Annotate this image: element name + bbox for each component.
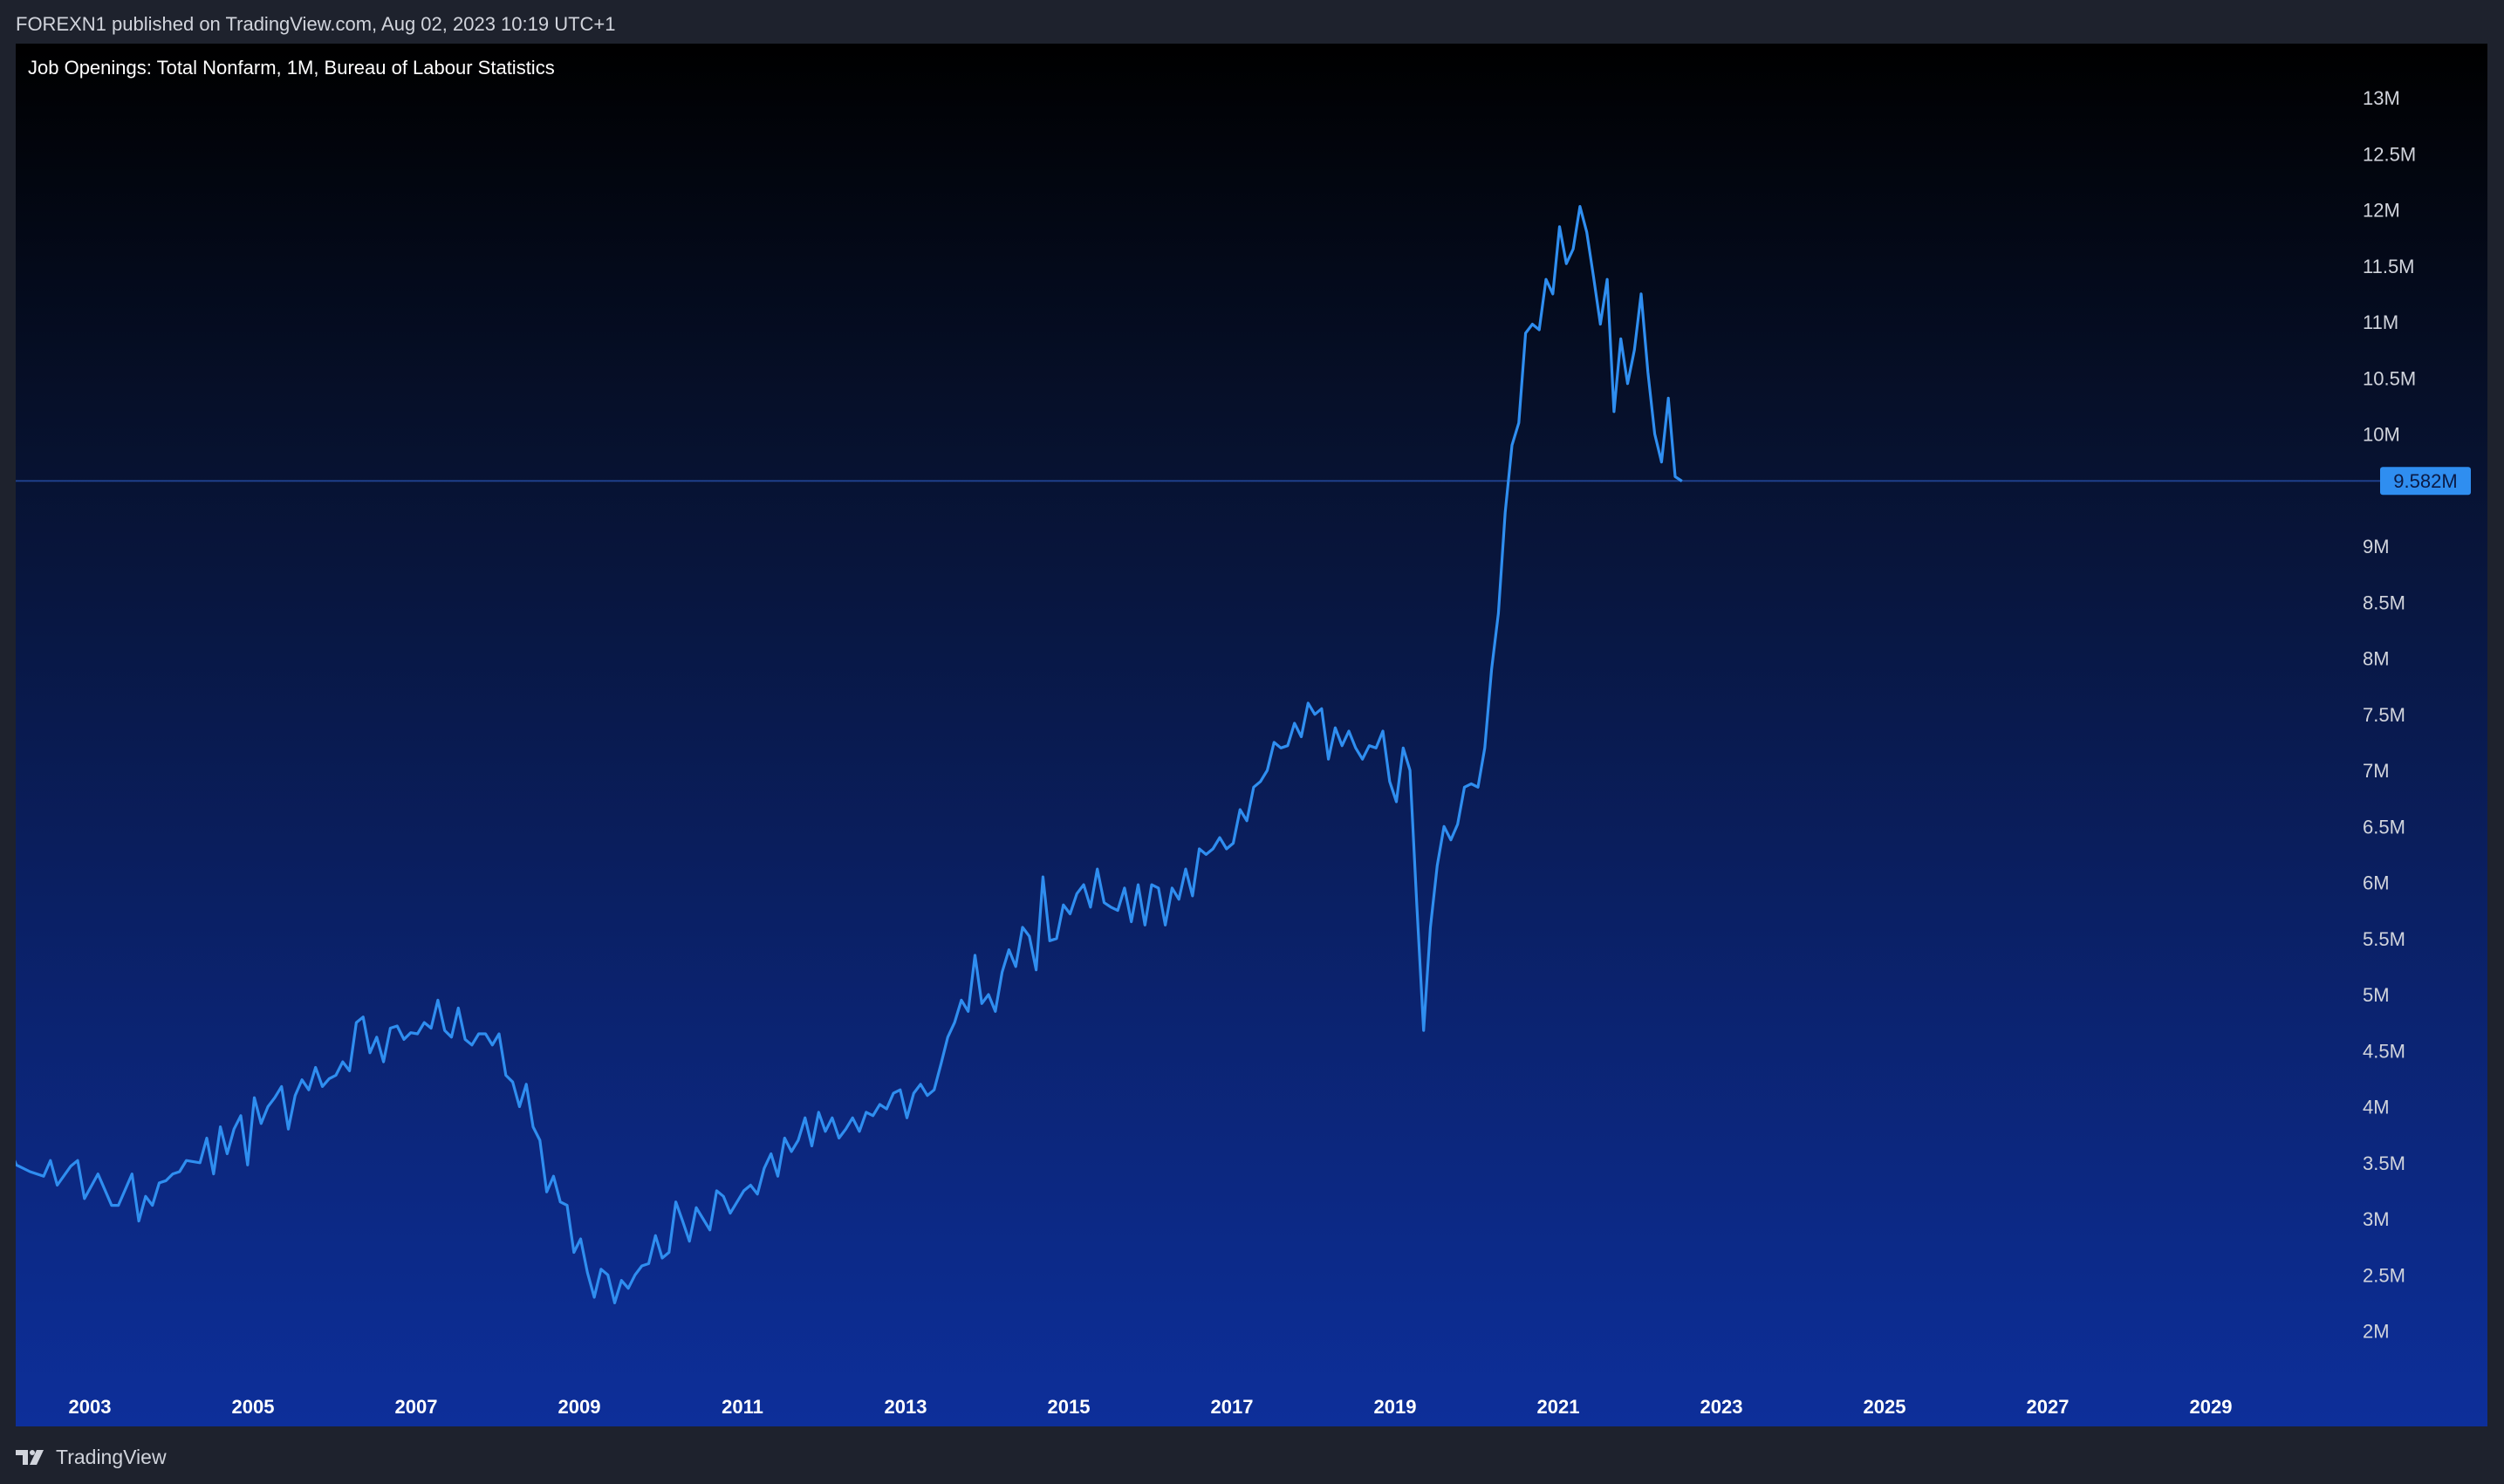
y-tick-label: 8M [2363,648,2390,670]
y-axis: 2M 2.5M 3M 3.5M 4M 4.5M 5M 5.5M 6M 6.5M 7M 7.5M 8M 8.… [2363,87,2416,1343]
chart-title: Job Openings: Total Nonfarm, 1M, Bureau … [28,57,555,79]
y-tick-label: 8.5M [2363,592,2405,613]
x-tick-label: 2009 [558,1396,601,1418]
y-tick-label: 12.5M [2363,143,2416,165]
brand-name: TradingView [56,1445,167,1468]
x-tick-label: 2007 [395,1396,438,1418]
y-tick-label: 3.5M [2363,1152,2405,1174]
y-tick-label: 11M [2363,311,2398,333]
x-tick-label: 2003 [69,1396,112,1418]
y-tick-label: 12M [2363,200,2400,222]
y-tick-label: 13M [2363,87,2400,109]
y-tick-label: 6.5M [2363,816,2405,838]
x-tick-label: 2023 [1700,1396,1743,1418]
x-tick-label: 2027 [2027,1396,2070,1418]
x-tick-label: 2005 [232,1396,275,1418]
y-tick-label: 6M [2363,872,2390,894]
last-value-tag-text: 9.582M [2393,470,2457,492]
tradingview-logo-icon [16,1450,44,1465]
y-tick-label: 7M [2363,760,2390,782]
x-tick-label: 2021 [1537,1396,1580,1418]
y-tick-label: 2M [2363,1321,2390,1343]
y-tick-label: 7.5M [2363,704,2405,726]
y-tick-label: 11.5M [2363,256,2415,277]
last-value-label: 9.582M [2380,467,2471,496]
x-tick-label: 2013 [885,1396,927,1418]
x-axis: 2003 2005 2007 2009 2011 2013 2015 2017 2019 2021… [69,1396,2233,1418]
x-tick-label: 2019 [1374,1396,1417,1418]
y-tick-label: 5M [2363,984,2390,1006]
line-chart[interactable]: 2M 2.5M 3M 3.5M 4M 4.5M 5M 5.5M 6M 6.5M 7M 7.5M 8M 8.… [16,44,2487,1426]
x-tick-label: 2025 [1864,1396,1906,1418]
x-tick-label: 2015 [1048,1396,1091,1418]
y-tick-label: 2.5M [2363,1264,2405,1286]
y-tick-label: 9M [2363,536,2390,557]
footer[interactable]: TradingView [16,1441,167,1473]
chart-area[interactable]: 2M 2.5M 3M 3.5M 4M 4.5M 5M 5.5M 6M 6.5M 7M 7.5M 8M 8.… [16,44,2487,1426]
y-tick-label: 10.5M [2363,367,2416,389]
published-info: FOREXN1 published on TradingView.com, Au… [16,13,616,35]
x-tick-label: 2029 [2190,1396,2233,1418]
y-tick-label: 4M [2363,1097,2390,1118]
y-tick-label: 5.5M [2363,928,2405,950]
x-tick-label: 2017 [1211,1396,1254,1418]
y-tick-label: 4.5M [2363,1040,2405,1062]
y-tick-label: 3M [2363,1208,2390,1230]
series-line[interactable] [16,205,1683,1304]
y-tick-label: 10M [2363,424,2400,446]
x-tick-label: 2011 [722,1396,763,1418]
